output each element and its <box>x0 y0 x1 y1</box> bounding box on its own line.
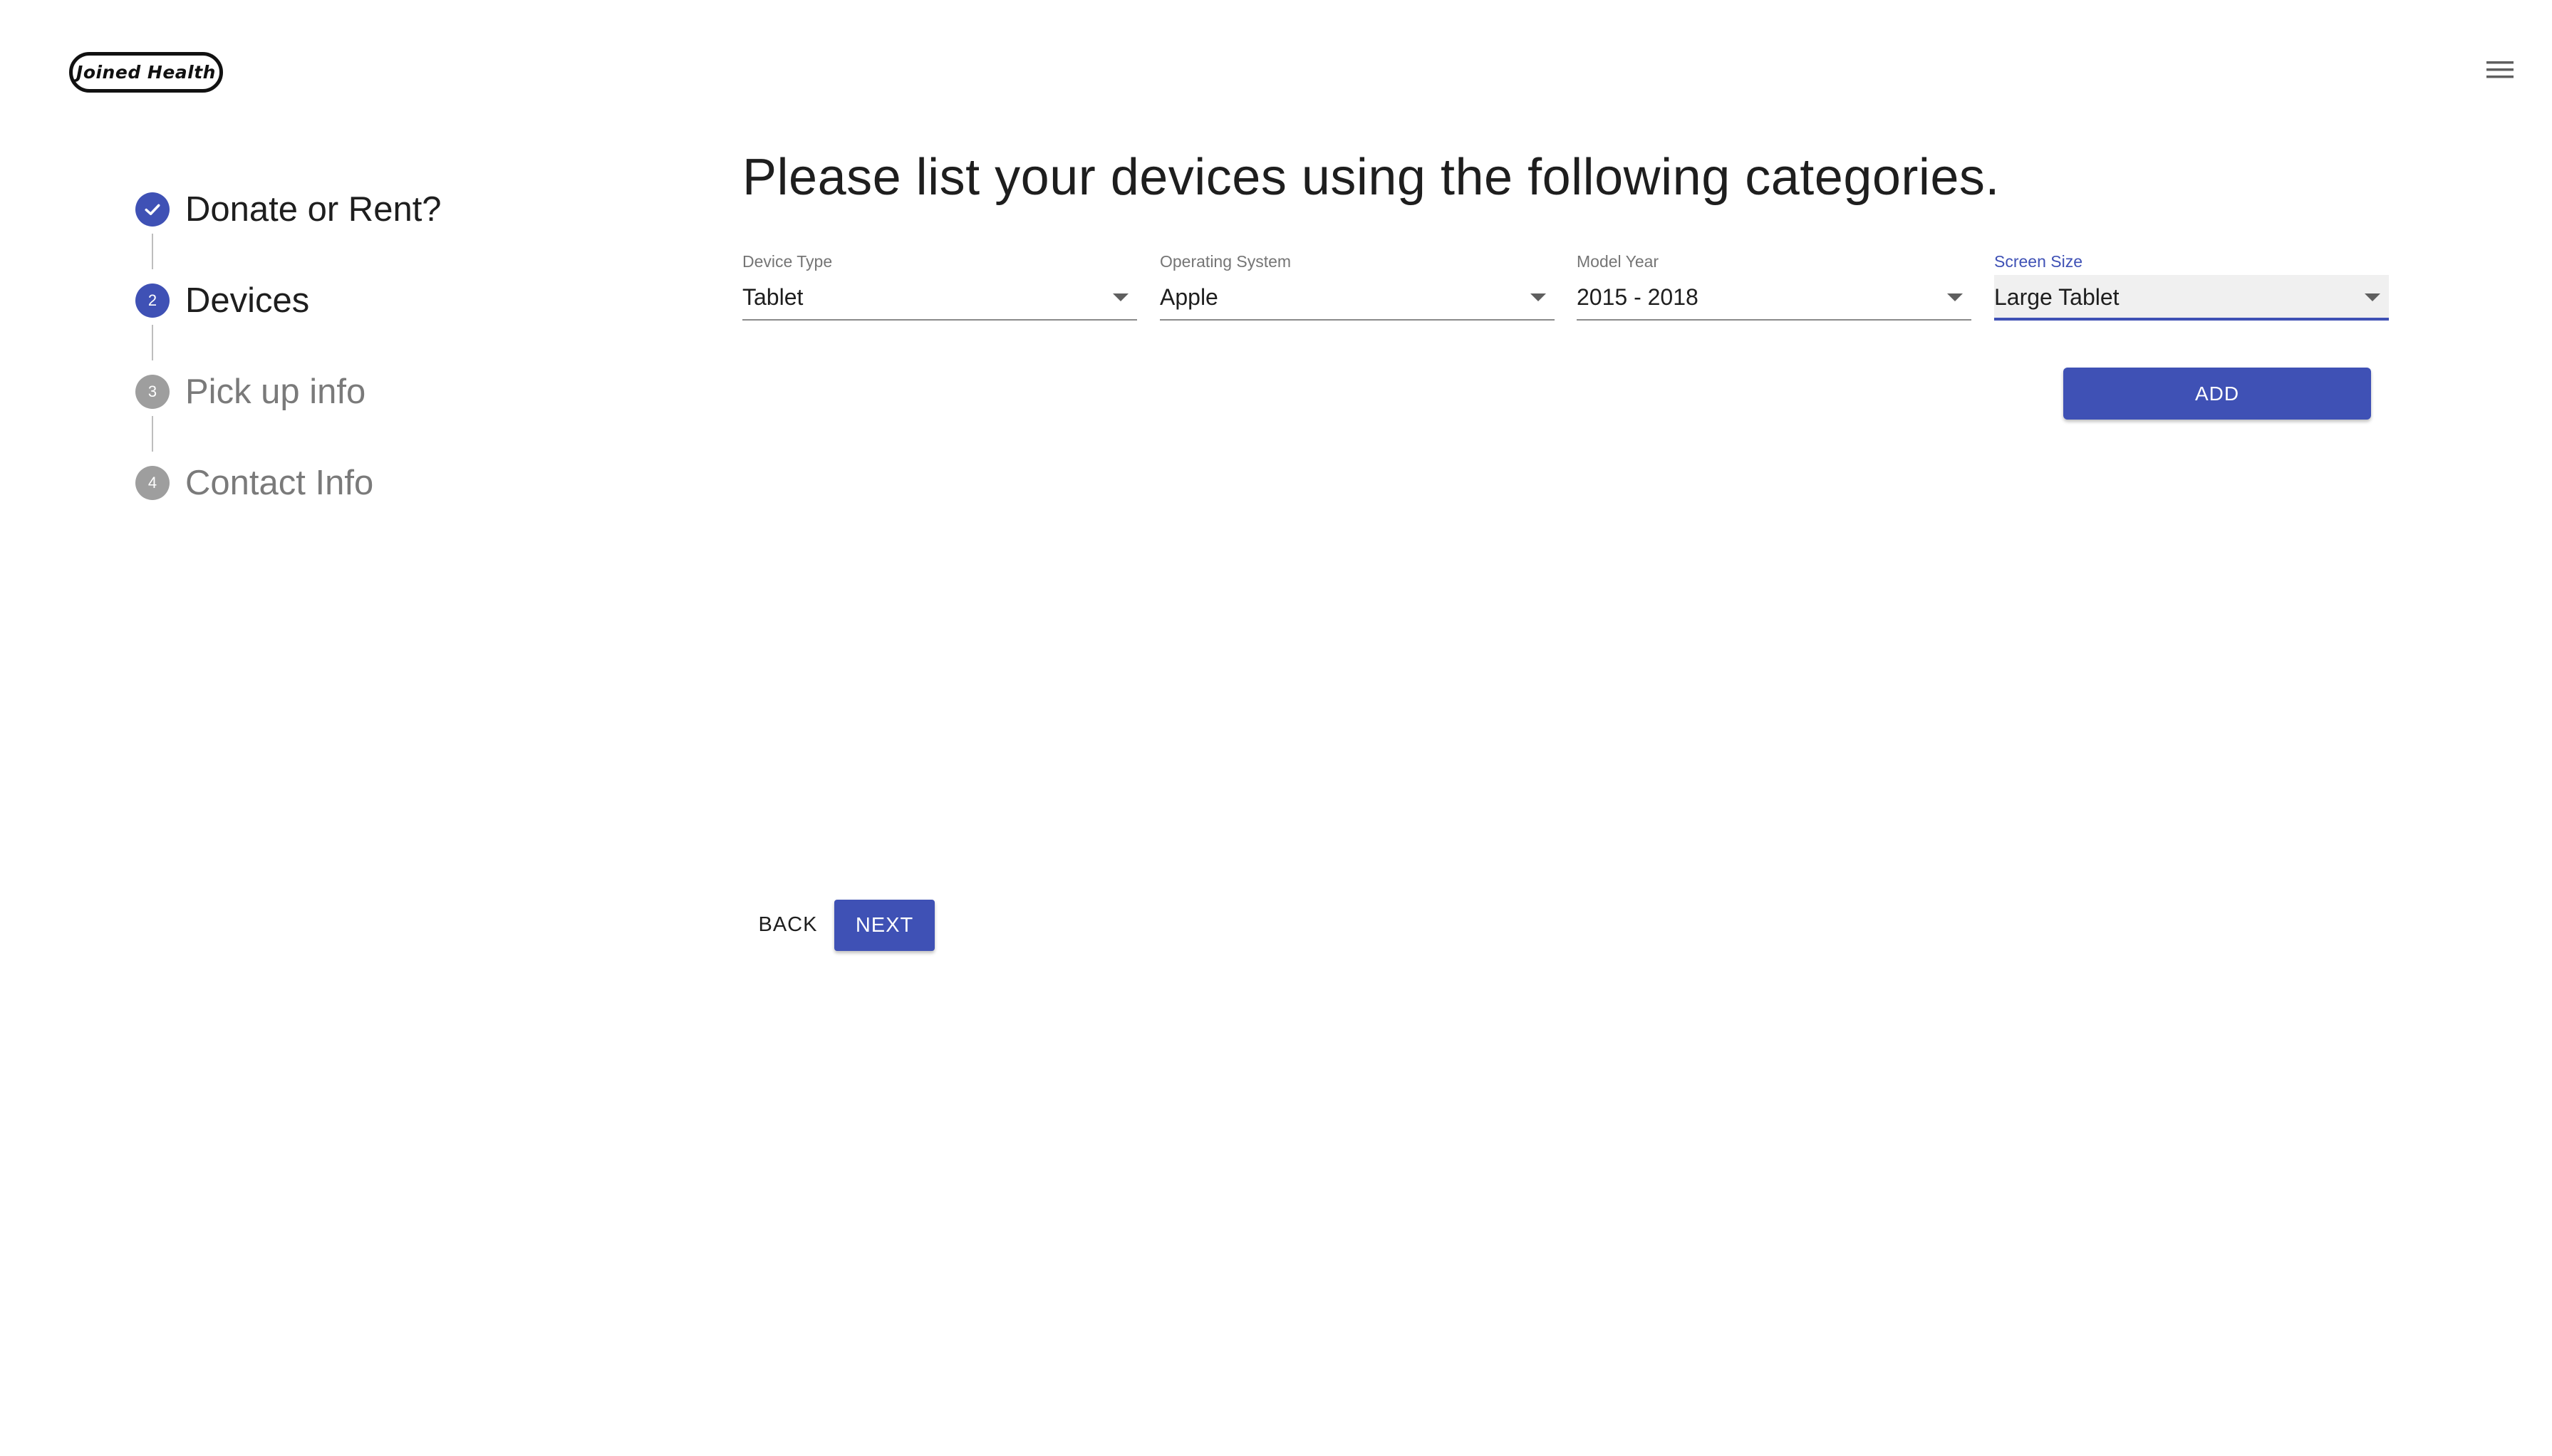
step-donate-or-rent[interactable]: Donate or Rent? <box>135 187 442 232</box>
page: Joined Health Donate or Rent? 2 Devices … <box>0 0 2552 1456</box>
step-label: Devices <box>185 281 310 320</box>
step-number-badge: 4 <box>135 466 170 500</box>
model-year-label: Model Year <box>1577 252 1659 271</box>
operating-system-input[interactable]: Apple <box>1160 275 1555 321</box>
dropdown-arrow-icon[interactable] <box>1113 293 1129 301</box>
operating-system-select[interactable]: Operating System Apple <box>1160 249 1555 322</box>
operating-system-value: Apple <box>1160 284 1218 310</box>
device-type-select[interactable]: Device Type Tablet <box>742 249 1137 322</box>
page-heading: Please list your devices using the follo… <box>742 149 2000 206</box>
screen-size-select[interactable]: Screen Size Large Tablet <box>1994 249 2389 322</box>
next-button[interactable]: NEXT <box>834 900 935 951</box>
step-devices[interactable]: 2 Devices <box>135 278 309 323</box>
step-contact-info[interactable]: 4 Contact Info <box>135 460 373 506</box>
check-icon <box>135 192 170 227</box>
dropdown-arrow-icon[interactable] <box>1530 293 1546 301</box>
add-device-button[interactable]: ADD <box>2063 368 2371 420</box>
model-year-input[interactable]: 2015 - 2018 <box>1577 275 1971 321</box>
device-type-value: Tablet <box>742 284 804 310</box>
step-label: Donate or Rent? <box>185 190 442 229</box>
model-year-select[interactable]: Model Year 2015 - 2018 <box>1577 249 1971 322</box>
step-number-badge: 3 <box>135 375 170 409</box>
device-type-input[interactable]: Tablet <box>742 275 1137 321</box>
step-label: Contact Info <box>185 464 374 502</box>
dropdown-arrow-icon[interactable] <box>1947 293 1963 301</box>
operating-system-label: Operating System <box>1160 252 1292 271</box>
joined-health-logo[interactable]: Joined Health <box>69 52 223 93</box>
screen-size-label: Screen Size <box>1994 252 2083 271</box>
device-type-label: Device Type <box>742 252 833 271</box>
step-pick-up-info[interactable]: 3 Pick up info <box>135 369 365 415</box>
step-number-badge: 2 <box>135 284 170 318</box>
dropdown-arrow-icon[interactable] <box>2365 293 2380 301</box>
step-connector <box>152 325 153 360</box>
screen-size-input[interactable]: Large Tablet <box>1994 275 2389 321</box>
step-label: Pick up info <box>185 373 366 411</box>
step-connector <box>152 416 153 452</box>
hamburger-menu-icon[interactable] <box>2486 60 2514 80</box>
step-connector <box>152 234 153 269</box>
screen-size-value: Large Tablet <box>1994 284 2120 310</box>
model-year-value: 2015 - 2018 <box>1577 284 1698 310</box>
back-button[interactable]: BACK <box>742 899 834 950</box>
